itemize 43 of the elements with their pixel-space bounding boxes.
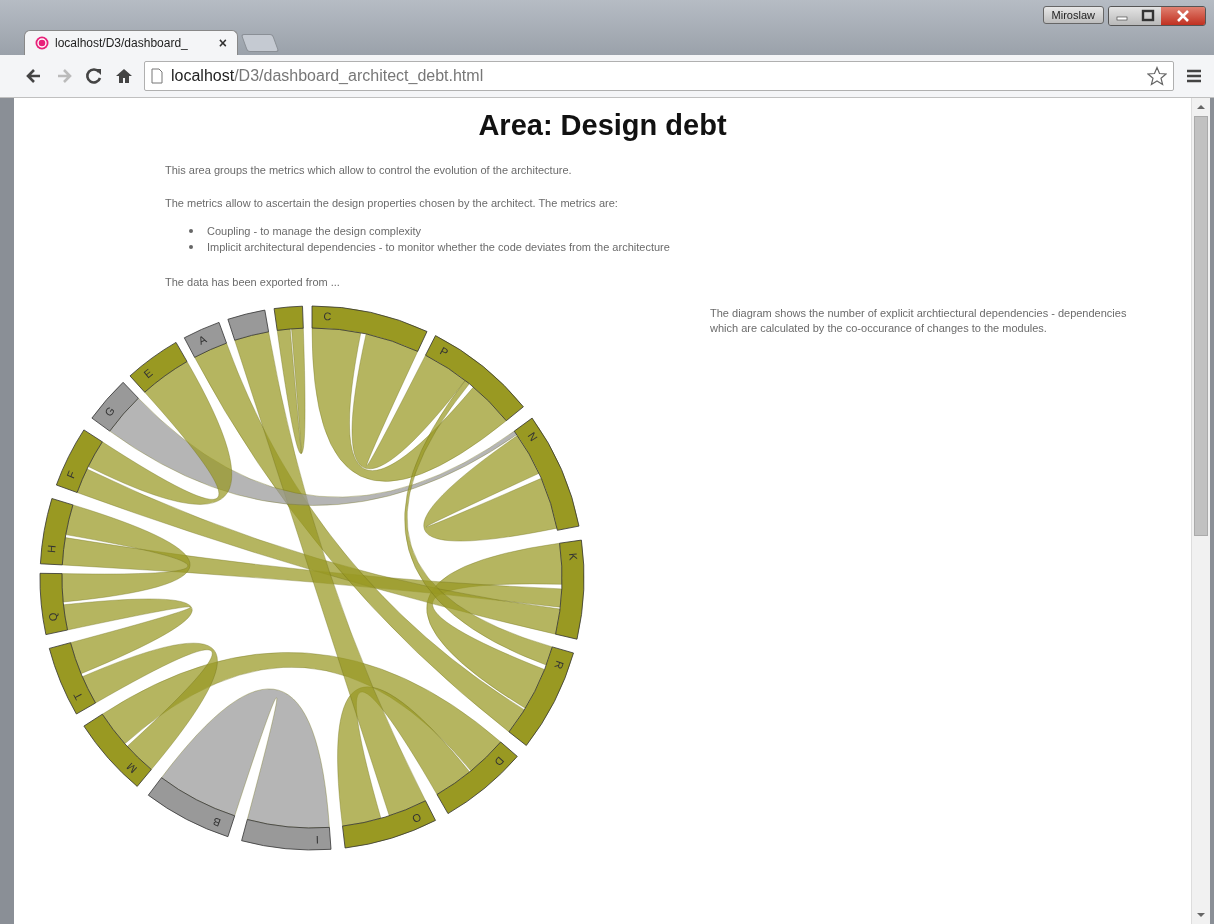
arc-label: B (211, 815, 223, 830)
page-title: Area: Design debt (477, 109, 728, 142)
arc-label: R (552, 659, 567, 671)
url-text: localhost/D3/dashboard_architect_debt.html (171, 67, 485, 85)
home-icon[interactable] (114, 66, 134, 86)
browser-tab[interactable]: localhost/D3/dashboard_ × (24, 30, 238, 55)
arc-label: A (196, 332, 209, 347)
reload-icon[interactable] (84, 66, 104, 86)
paragraph: The metrics allow to ascertain the design properties chosen by the architect. The metrics are: (165, 197, 619, 209)
arc-label: E (141, 366, 155, 381)
maximize-icon[interactable] (1135, 7, 1161, 25)
scroll-down-icon[interactable] (1196, 911, 1206, 919)
arc-label: F (64, 469, 78, 480)
arc-label: M (124, 760, 139, 776)
arc-label: K (566, 552, 580, 561)
arc-label: P (438, 344, 451, 359)
bullet-text: Implicit architectural dependencies - to monitor whether the code deviates from the architecture (207, 241, 670, 253)
close-icon[interactable] (1161, 7, 1205, 25)
paragraph: This area groups the metrics which allow to control the evolution of the architecture. (165, 164, 573, 176)
arc-label: I (315, 834, 319, 847)
tab-title: localhost/D3/dashboard_ (55, 36, 189, 50)
arc-label: H (45, 544, 58, 554)
paragraph: The data has been exported from ... (165, 276, 341, 288)
arc-label: D (492, 754, 507, 769)
address-bar[interactable]: localhost/D3/dashboard_architect_debt.html (144, 61, 1174, 91)
arc-label: T (71, 690, 85, 702)
scroll-up-icon[interactable] (1196, 103, 1206, 111)
diagram-description: The diagram shows the number of explicit archtiectural dependencies - dependencies which are calculated by the co-occurance of changes to the modules. (710, 306, 1128, 337)
scrollbar[interactable] (1191, 98, 1210, 924)
star-icon[interactable] (1147, 66, 1167, 86)
arc-label: O (410, 811, 424, 826)
close-tab-button[interactable]: × (218, 35, 227, 51)
arc-label: C (323, 310, 332, 323)
site-icon (35, 36, 49, 50)
bullet-text: Coupling - to manage the design complexity (207, 225, 421, 237)
arc-label: N (525, 430, 540, 444)
page-icon (151, 68, 163, 84)
arc-label: Q (46, 611, 60, 623)
scrollbar-thumb[interactable] (1194, 116, 1208, 536)
arc-label: G (102, 404, 117, 419)
bullet-icon (189, 245, 193, 249)
profile-button[interactable]: Miroslaw (1042, 6, 1104, 24)
bullet-icon (189, 229, 193, 233)
